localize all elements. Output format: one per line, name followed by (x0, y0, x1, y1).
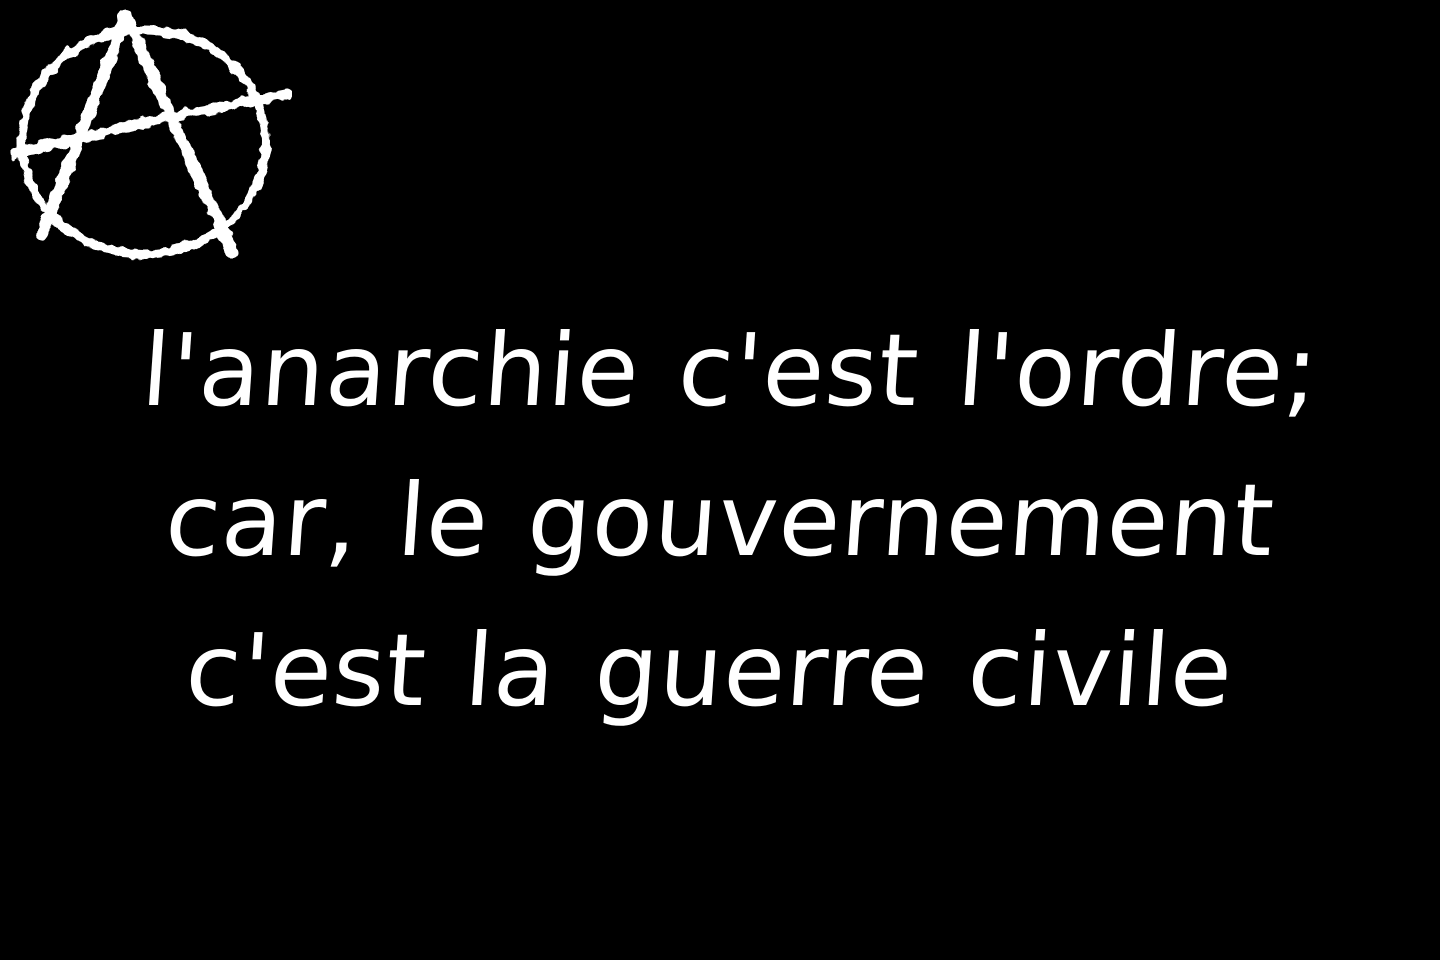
anarchy-symbol-icon (9, 10, 292, 259)
quote-text: l'anarchie c'est l'ordre; car, le gouver… (0, 296, 1440, 746)
quote-line-3: c'est la guerre civile (181, 612, 1238, 729)
logo-crossbar (9, 89, 292, 159)
quote-line-1: l'anarchie c'est l'ordre; (137, 312, 1324, 429)
poster: l'anarchie c'est l'ordre; car, le gouver… (0, 0, 1440, 960)
quote-line-2: car, le gouvernement (161, 462, 1279, 579)
